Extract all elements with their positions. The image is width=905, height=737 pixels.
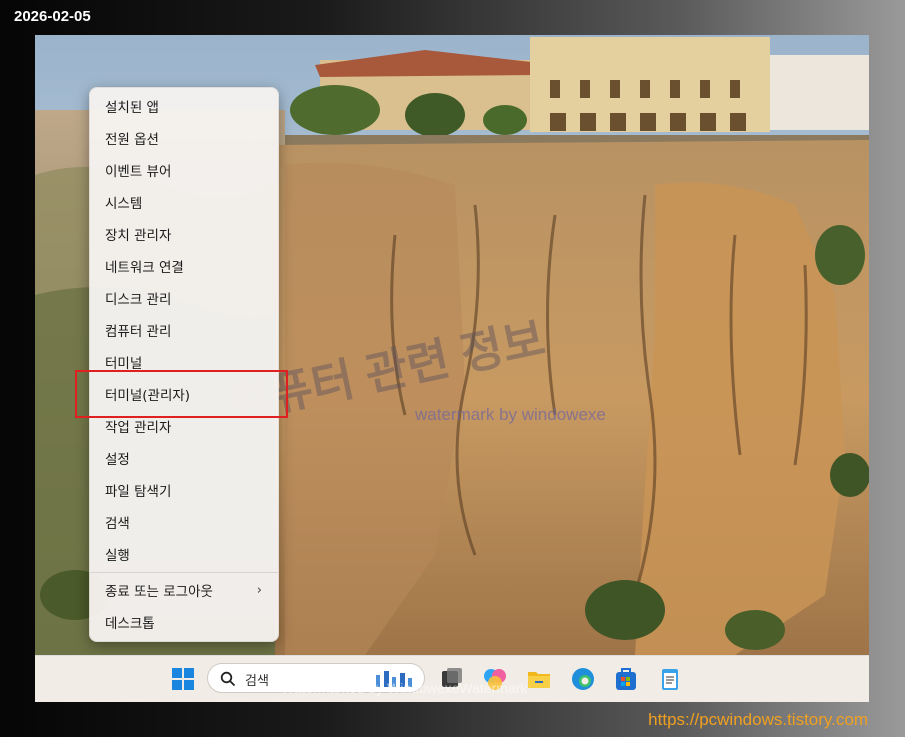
search-icon xyxy=(220,671,236,687)
menu-item[interactable]: 컴퓨터 관리 xyxy=(94,316,274,344)
windows-start-icon[interactable] xyxy=(170,666,196,692)
menu-item-label: 장치 관리자 xyxy=(105,228,172,244)
menu-item[interactable]: 이벤트 뷰어 xyxy=(94,156,274,184)
watermark-small-text: watermark by windowexe xyxy=(415,405,606,424)
menu-item-label: 컴퓨터 관리 xyxy=(105,324,172,340)
menu-item-label: 설치된 앱 xyxy=(105,100,159,116)
search-placeholder: 검색 xyxy=(245,674,269,689)
edge-icon[interactable] xyxy=(570,666,596,692)
menu-item[interactable]: 설정 xyxy=(94,444,274,472)
menu-item[interactable]: 디스크 관리 xyxy=(94,284,274,312)
menu-item-label: 디스크 관리 xyxy=(105,292,172,308)
menu-item-label: 터미널 xyxy=(105,356,143,372)
menu-separator xyxy=(90,572,278,573)
menu-item-label: 네트워크 연결 xyxy=(105,260,184,276)
menu-item-label: 시스템 xyxy=(105,196,143,212)
menu-item[interactable]: 시스템 xyxy=(94,188,274,216)
start-context-menu: 설치된 앱전원 옵션이벤트 뷰어시스템장치 관리자네트워크 연결디스크 관리컴퓨… xyxy=(89,87,279,642)
date-label: 2026-02-05 xyxy=(14,8,91,25)
menu-item[interactable]: 파일 탐색기 xyxy=(94,476,274,504)
highlight-box-terminal-admin xyxy=(75,370,288,418)
notepad-icon[interactable] xyxy=(657,666,683,692)
menu-item-label: 실행 xyxy=(105,548,130,564)
menu-item-label: 전원 옵션 xyxy=(105,132,159,148)
menu-item[interactable]: 전원 옵션 xyxy=(94,124,274,152)
menu-item[interactable]: 장치 관리자 xyxy=(94,220,274,248)
menu-item[interactable]: 네트워크 연결 xyxy=(94,252,274,280)
microsoft-store-icon[interactable] xyxy=(613,666,639,692)
menu-item[interactable]: 종료 또는 로그아웃 › xyxy=(94,576,274,604)
menu-item[interactable]: 설치된 앱 xyxy=(94,92,274,120)
menu-item[interactable]: 검색 xyxy=(94,508,274,536)
desktop-screen: 컴퓨터 관련 정보 watermark by windowexe 설치된 앱 전원… xyxy=(35,35,869,702)
menu-item-label: 이벤트 뷰어 xyxy=(105,164,172,180)
taskbar-watermark-text: Watermarked by WindowexeWatermark xyxy=(281,680,528,696)
file-explorer-icon[interactable] xyxy=(526,666,552,692)
menu-item-label: 종료 또는 로그아웃 xyxy=(105,584,213,600)
menu-item-label: 설정 xyxy=(105,452,130,468)
menu-item-label: 데스크톱 xyxy=(105,616,155,632)
menu-item-label: 검색 xyxy=(105,516,130,532)
site-url-label: https://pcwindows.tistory.com xyxy=(648,710,868,729)
menu-item[interactable]: 실행 xyxy=(94,540,274,568)
menu-item-label: 파일 탐색기 xyxy=(105,484,172,500)
chevron-right-icon: › xyxy=(256,582,262,598)
menu-item-label: 작업 관리자 xyxy=(105,420,172,436)
menu-item[interactable]: 데스크톱 xyxy=(94,608,274,636)
taskbar: 검색 Watermarked by WindowexeWatermark xyxy=(35,655,869,702)
